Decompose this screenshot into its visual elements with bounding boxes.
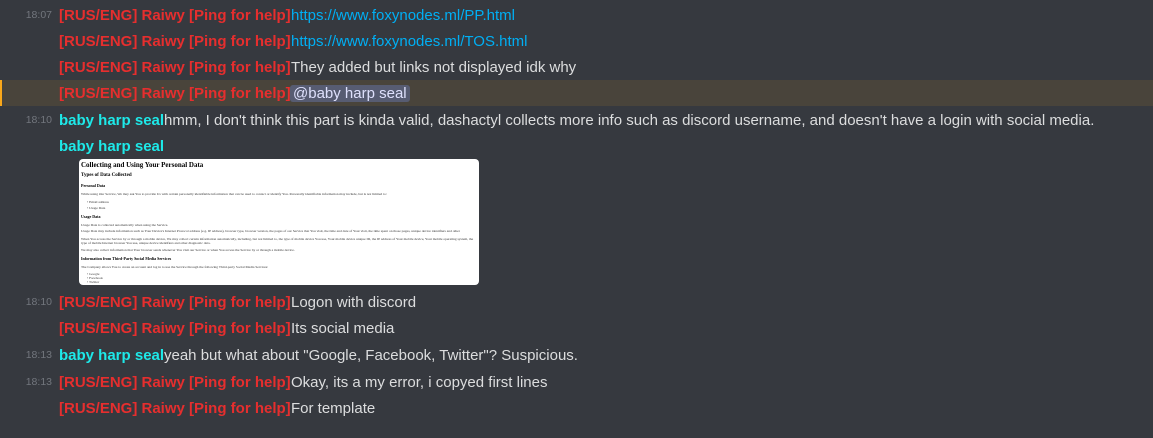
attachment-paragraph: While using Our Service, We may ask You … [81,192,387,196]
message-author[interactable]: [RUS/ENG] Raiwy [Ping for help] [59,33,291,50]
user-mention[interactable]: @baby harp seal [290,84,410,102]
message-author[interactable]: [RUS/ENG] Raiwy [Ping for help] [59,294,291,311]
attachment-title: Collecting and Using Your Personal Data [81,161,204,169]
message-author[interactable]: baby harp seal [59,112,164,129]
message-row: 18:13 [RUS/ENG] Raiwy [Ping for help] Ok… [0,369,1153,395]
message-timestamp: 18:13 [25,376,52,388]
message-text: For template [291,399,376,417]
message-author[interactable]: baby harp seal [59,138,164,155]
message-text: yeah but what about "Google, Facebook, T… [164,346,578,364]
message-author[interactable]: [RUS/ENG] Raiwy [Ping for help] [59,7,291,24]
message-row: baby harp seal [0,133,1153,159]
message-row-mentioned: [RUS/ENG] Raiwy [Ping for help] @baby ha… [0,80,1153,106]
message-timestamp: 18:10 [25,296,52,308]
attachment-subheading: Information from Third-Party Social Medi… [81,256,172,261]
message-author[interactable]: baby harp seal [59,347,164,364]
image-attachment[interactable]: Collecting and Using Your Personal Data … [79,159,479,285]
message-text: They added but links not displayed idk w… [291,58,577,76]
message-text: Okay, its a my error, i copyed first lin… [291,373,548,391]
message-row: [RUS/ENG] Raiwy [Ping for help] https://… [0,28,1153,54]
attachment-paragraph: Usage Data may include information such … [81,229,460,234]
attachment-paragraph: The Company allows You to create an acco… [81,265,269,269]
message-row: 18:13 baby harp seal yeah but what about… [0,342,1153,368]
message-row: [RUS/ENG] Raiwy [Ping for help] For temp… [0,395,1153,421]
message-timestamp: 18:13 [25,349,52,361]
message-row: 18:10 [RUS/ENG] Raiwy [Ping for help] Lo… [0,289,1153,315]
message-author[interactable]: [RUS/ENG] Raiwy [Ping for help] [59,400,291,417]
message-timestamp: 18:07 [25,9,52,21]
message-timestamp: 18:10 [25,114,52,126]
message-text: Its social media [291,319,395,337]
tos-link[interactable]: https://www.foxynodes.ml/TOS.html [291,33,527,50]
attachment-list-item: • Email address [87,200,109,204]
attachment-subheading: Personal Data [81,183,106,188]
message-text: hmm, I don't think this part is kinda va… [164,111,1095,129]
attachment-list-item: • Usage Data [87,206,106,210]
pp-link[interactable]: https://www.foxynodes.ml/PP.html [291,7,515,24]
message-author[interactable]: [RUS/ENG] Raiwy [Ping for help] [59,320,291,337]
message-author[interactable]: [RUS/ENG] Raiwy [Ping for help] [59,374,291,391]
attachment-paragraph: When You access the Service by or throug… [81,237,474,245]
attachment-list-item: • Twitter [87,280,100,284]
attachment-paragraph: We may also collect information that You… [81,248,295,252]
message-text: Logon with discord [291,293,417,311]
attachment-heading: Types of Data Collected [81,173,132,178]
message-row: [RUS/ENG] Raiwy [Ping for help] They add… [0,54,1153,80]
message-row: 18:10 baby harp seal hmm, I don't think … [0,107,1153,133]
message-author[interactable]: [RUS/ENG] Raiwy [Ping for help] [59,85,291,102]
message-author[interactable]: [RUS/ENG] Raiwy [Ping for help] [59,59,291,76]
attachment-subheading: Usage Data [81,214,101,219]
attachment-paragraph: Usage Data is collected automatically wh… [81,223,169,227]
message-row: 18:07 [RUS/ENG] Raiwy [Ping for help] ht… [0,2,1153,28]
message-row: [RUS/ENG] Raiwy [Ping for help] Its soci… [0,315,1153,341]
